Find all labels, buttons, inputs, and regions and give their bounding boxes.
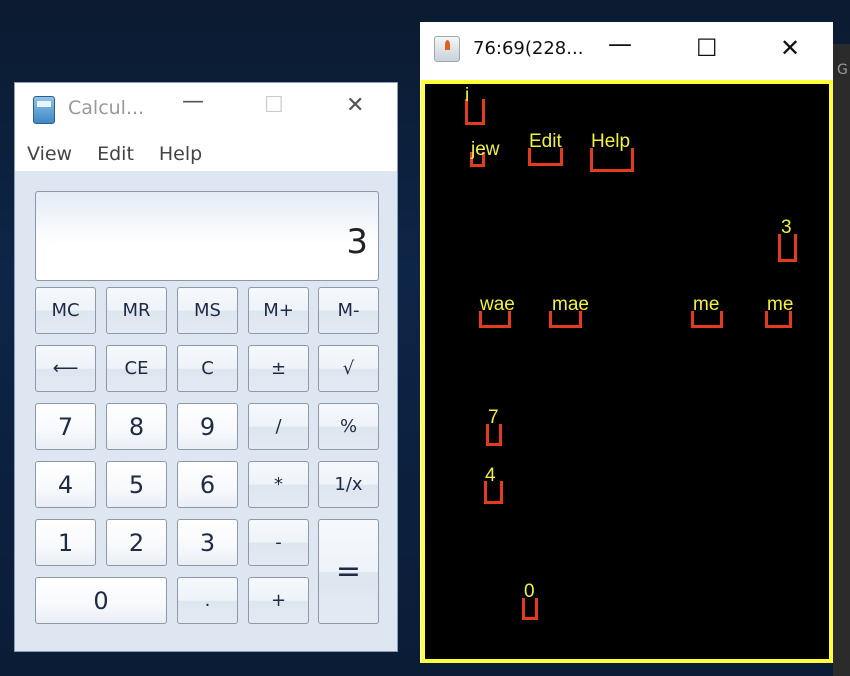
key-button[interactable]: √ <box>318 345 379 392</box>
menu-help[interactable]: Help <box>159 136 202 172</box>
key-button[interactable]: CE <box>106 345 167 392</box>
key-button[interactable]: - <box>248 519 309 566</box>
key-button[interactable]: C <box>177 345 238 392</box>
close-button[interactable]: ✕ <box>346 93 364 118</box>
minimize-button[interactable]: — <box>182 89 204 114</box>
key-button[interactable]: MC <box>35 287 96 334</box>
key-button[interactable]: 4 <box>35 461 96 508</box>
window-title: 76:69(228... <box>473 38 584 59</box>
key-button[interactable]: 9 <box>177 403 238 450</box>
key-button[interactable]: * <box>248 461 309 508</box>
partial-text: G <box>837 62 848 78</box>
maximize-button[interactable]: ☐ <box>696 34 718 62</box>
background-window: G <box>833 44 850 676</box>
key-button[interactable]: 3 <box>177 519 238 566</box>
key-button[interactable]: . <box>177 577 238 624</box>
key-button[interactable]: / <box>248 403 309 450</box>
key-button[interactable]: ± <box>248 345 309 392</box>
key-button[interactable]: M+ <box>248 287 309 334</box>
detection-label: jew <box>471 139 500 160</box>
java-icon <box>434 36 460 62</box>
close-button[interactable]: ✕ <box>780 34 800 62</box>
menu-edit[interactable]: Edit <box>97 136 134 172</box>
key-button[interactable]: 1 <box>35 519 96 566</box>
display: 3 <box>35 191 379 281</box>
key-button[interactable]: + <box>248 577 309 624</box>
key-button[interactable]: M- <box>318 287 379 334</box>
key-button[interactable]: 1/x <box>318 461 379 508</box>
java-window: 76:69(228... — ☐ ✕ i jew Edit Help 3 wae mae me… <box>420 22 833 663</box>
detection-box <box>778 234 797 262</box>
detection-label: 4 <box>485 465 496 486</box>
calculator-icon <box>33 96 55 124</box>
overlay-canvas: i jew Edit Help 3 wae mae me me 7 4 0 <box>421 80 833 663</box>
key-button[interactable]: 0 <box>35 577 167 624</box>
calculator-window: Calcul... — ☐ ✕ View Edit Help 3 MC MR MS M… <box>14 82 398 652</box>
detection-label: me <box>767 294 794 315</box>
title-bar[interactable]: 76:69(228... — ☐ ✕ <box>420 22 833 79</box>
key-button[interactable]: 5 <box>106 461 167 508</box>
key-button[interactable]: ⟵ <box>35 345 96 392</box>
key-button[interactable]: = <box>318 519 379 624</box>
calculator-body: 3 MC MR MS M+ M- ⟵ CE C ± √ 7 8 9/% 4 5 6 * 1/x 1 2 3- = 0. + <box>15 171 397 651</box>
detection-label: 0 <box>524 581 535 602</box>
key-button[interactable]: MS <box>177 287 238 334</box>
key-button[interactable]: 2 <box>106 519 167 566</box>
detection-label: me <box>693 294 720 315</box>
detection-label: Help <box>591 131 631 152</box>
key-button[interactable]: MR <box>106 287 167 334</box>
key-button[interactable]: % <box>318 403 379 450</box>
key-button[interactable]: 8 <box>106 403 167 450</box>
minimize-button[interactable]: — <box>608 30 632 58</box>
key-button[interactable]: 6 <box>177 461 238 508</box>
detection-label: 7 <box>488 407 499 428</box>
detection-label: wae <box>480 294 515 315</box>
window-title: Calcul... <box>68 97 145 119</box>
detection-label: mae <box>552 294 589 315</box>
detection-label: Edit <box>529 131 562 152</box>
menu-view[interactable]: View <box>27 136 72 172</box>
key-button[interactable]: 7 <box>35 403 96 450</box>
menu-bar: View Edit Help <box>15 136 397 172</box>
title-bar[interactable]: Calcul... — ☐ ✕ <box>15 83 397 136</box>
maximize-button[interactable]: ☐ <box>264 93 284 118</box>
detection-label: 3 <box>781 217 792 238</box>
detection-label: i <box>465 85 470 106</box>
